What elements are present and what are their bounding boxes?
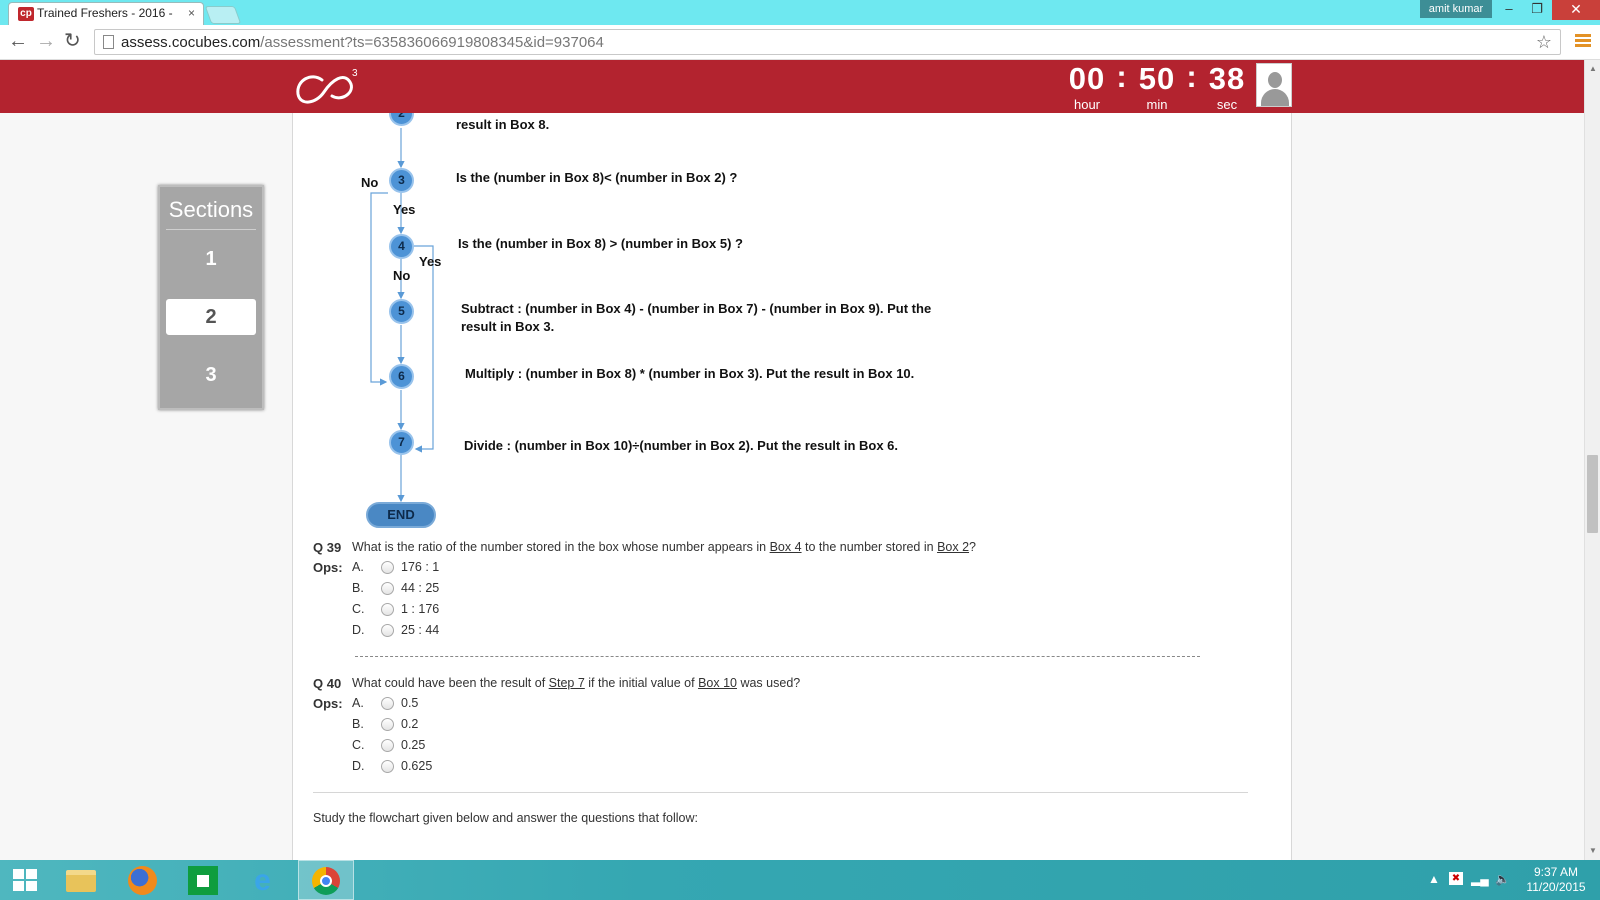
timer-sec-label: sec [1216,97,1238,112]
url-host: assess.cocubes.com [121,34,261,51]
timer-seconds: 38 [1208,61,1246,96]
cocubes-logo: 3 [296,68,358,104]
windows-taskbar: e ▲ ✖ ▂▄ 🔈 9:37 AM 11/20/2015 [0,860,1600,900]
section-divider [313,792,1248,793]
flow-node-3: 3 [389,168,414,193]
flowchart-connectors [370,128,434,503]
speaker-volume-icon[interactable]: 🔈 [1495,872,1510,886]
question-divider [355,656,1200,657]
timer-hour-label: hour [1073,97,1101,112]
tab-title: Trained Freshers - 2016 - [37,6,173,20]
radio-button[interactable] [381,760,394,773]
clock-time: 9:37 AM [1533,865,1579,879]
step-3-text: Is the (number in Box 8)< (number in Box… [456,170,738,185]
bookmark-star-icon[interactable]: ☆ [1536,32,1552,53]
step-6-text: Multiply : (number in Box 8) * (number i… [465,366,915,381]
app-header: 3 00 : 50 : 38 hour min sec [0,59,1584,113]
store-icon[interactable] [176,860,232,900]
network-signal-icon[interactable]: ▂▄ [1471,872,1489,886]
section-item-3[interactable]: 3 [166,357,256,393]
url-path: /assessment?ts=635836066919808345&id=937… [260,34,604,51]
tab-close-icon[interactable]: × [188,6,195,20]
step-4-text: Is the (number in Box 8) > (number in Bo… [458,236,743,251]
user-avatar[interactable] [1256,63,1292,107]
ops-label: Ops: [313,560,343,575]
edge-label-no: No [361,175,379,190]
step-7-text: Divide : (number in Box 10)÷(number in B… [464,438,899,453]
scroll-down-arrow-icon[interactable]: ▼ [1589,846,1597,855]
timer-hours: 00 [1068,61,1106,96]
section-item-1[interactable]: 1 [166,241,256,277]
forward-arrow-icon[interactable]: → [36,31,56,51]
question-39: Q 39 What is the ratio of the number sto… [313,540,976,637]
radio-button[interactable] [381,603,394,616]
radio-button[interactable] [381,739,394,752]
windows-start-icon[interactable] [0,860,56,900]
timer-min-label: min [1146,97,1168,112]
flow-node-6: 6 [389,364,414,389]
question-text: What is the ratio of the number stored i… [352,540,976,554]
flow-end-terminal: END [366,502,436,528]
minimize-button[interactable]: – [1494,0,1524,20]
question-number: Q 40 [313,676,342,691]
page-icon [103,35,114,49]
radio-button[interactable] [381,624,394,637]
flowchart: 2 result in Box 8. 3 Is the (number in B… [293,113,1291,533]
step-2-text: result in Box 8. [456,117,550,132]
question-40: Q 40 What could have been the result of … [313,676,801,773]
cocubes-favicon-icon: cp [18,7,34,21]
radio-button[interactable] [381,697,394,710]
sections-panel: Sections 1 2 3 [158,185,264,410]
window-close-button[interactable]: ✕ [1552,0,1600,20]
scrollbar-thumb[interactable] [1587,455,1598,533]
browser-toolbar: ← → ↻ assess.cocubes.com/assessment?ts=6… [0,25,1600,60]
flow-node-4: 4 [389,234,414,259]
chrome-icon[interactable] [298,860,354,900]
maximize-button[interactable]: ❐ [1522,0,1552,20]
firefox-icon[interactable] [116,860,172,900]
browser-tab[interactable]: cp Trained Freshers - 2016 - × [8,2,204,25]
reload-icon[interactable]: ↻ [64,31,81,51]
new-tab-button[interactable] [204,6,242,24]
question-content: 2 result in Box 8. 3 Is the (number in B… [292,113,1292,860]
address-bar[interactable]: assess.cocubes.com/assessment?ts=6358360… [94,29,1561,55]
system-clock[interactable]: 9:37 AM 11/20/2015 [1520,865,1592,895]
flowchart-instruction: Study the flowchart given below and answ… [313,811,698,825]
file-explorer-icon[interactable] [54,860,110,900]
timer-minutes: 50 [1138,61,1176,96]
internet-explorer-icon[interactable]: e [236,860,292,900]
radio-button[interactable] [381,718,394,731]
section-item-2[interactable]: 2 [166,299,256,335]
question-number: Q 39 [313,540,342,555]
sections-title: Sections [166,197,256,230]
logo-superscript: 3 [352,68,358,79]
browser-menu-icon[interactable] [1575,34,1591,48]
browser-titlebar: cp Trained Freshers - 2016 - × amit kuma… [0,0,1600,25]
browser-user-badge[interactable]: amit kumar [1420,0,1492,18]
tray-overflow-icon[interactable]: ▲ [1428,872,1440,886]
back-arrow-icon[interactable]: ← [8,31,28,51]
edge-label-yes: Yes [393,202,416,217]
radio-button[interactable] [381,561,394,574]
flow-node-7: 7 [389,430,414,455]
step-5-text-line1: Subtract : (number in Box 4) - (number i… [461,301,932,316]
ops-label: Ops: [313,696,343,711]
timer-colon: : [1116,59,1128,94]
step-5-text-line2: result in Box 3. [461,319,555,334]
page-scrollbar[interactable]: ▲ ▼ [1584,60,1600,860]
action-center-flag-icon[interactable]: ✖ [1449,872,1463,885]
question-text: What could have been the result of Step … [352,676,801,690]
edge-label-yes: Yes [419,254,442,269]
scroll-up-arrow-icon[interactable]: ▲ [1589,64,1597,73]
flow-node-5: 5 [389,299,414,324]
clock-date: 11/20/2015 [1526,880,1586,894]
timer-colon: : [1186,59,1198,94]
edge-label-no: No [393,268,411,283]
radio-button[interactable] [381,582,394,595]
